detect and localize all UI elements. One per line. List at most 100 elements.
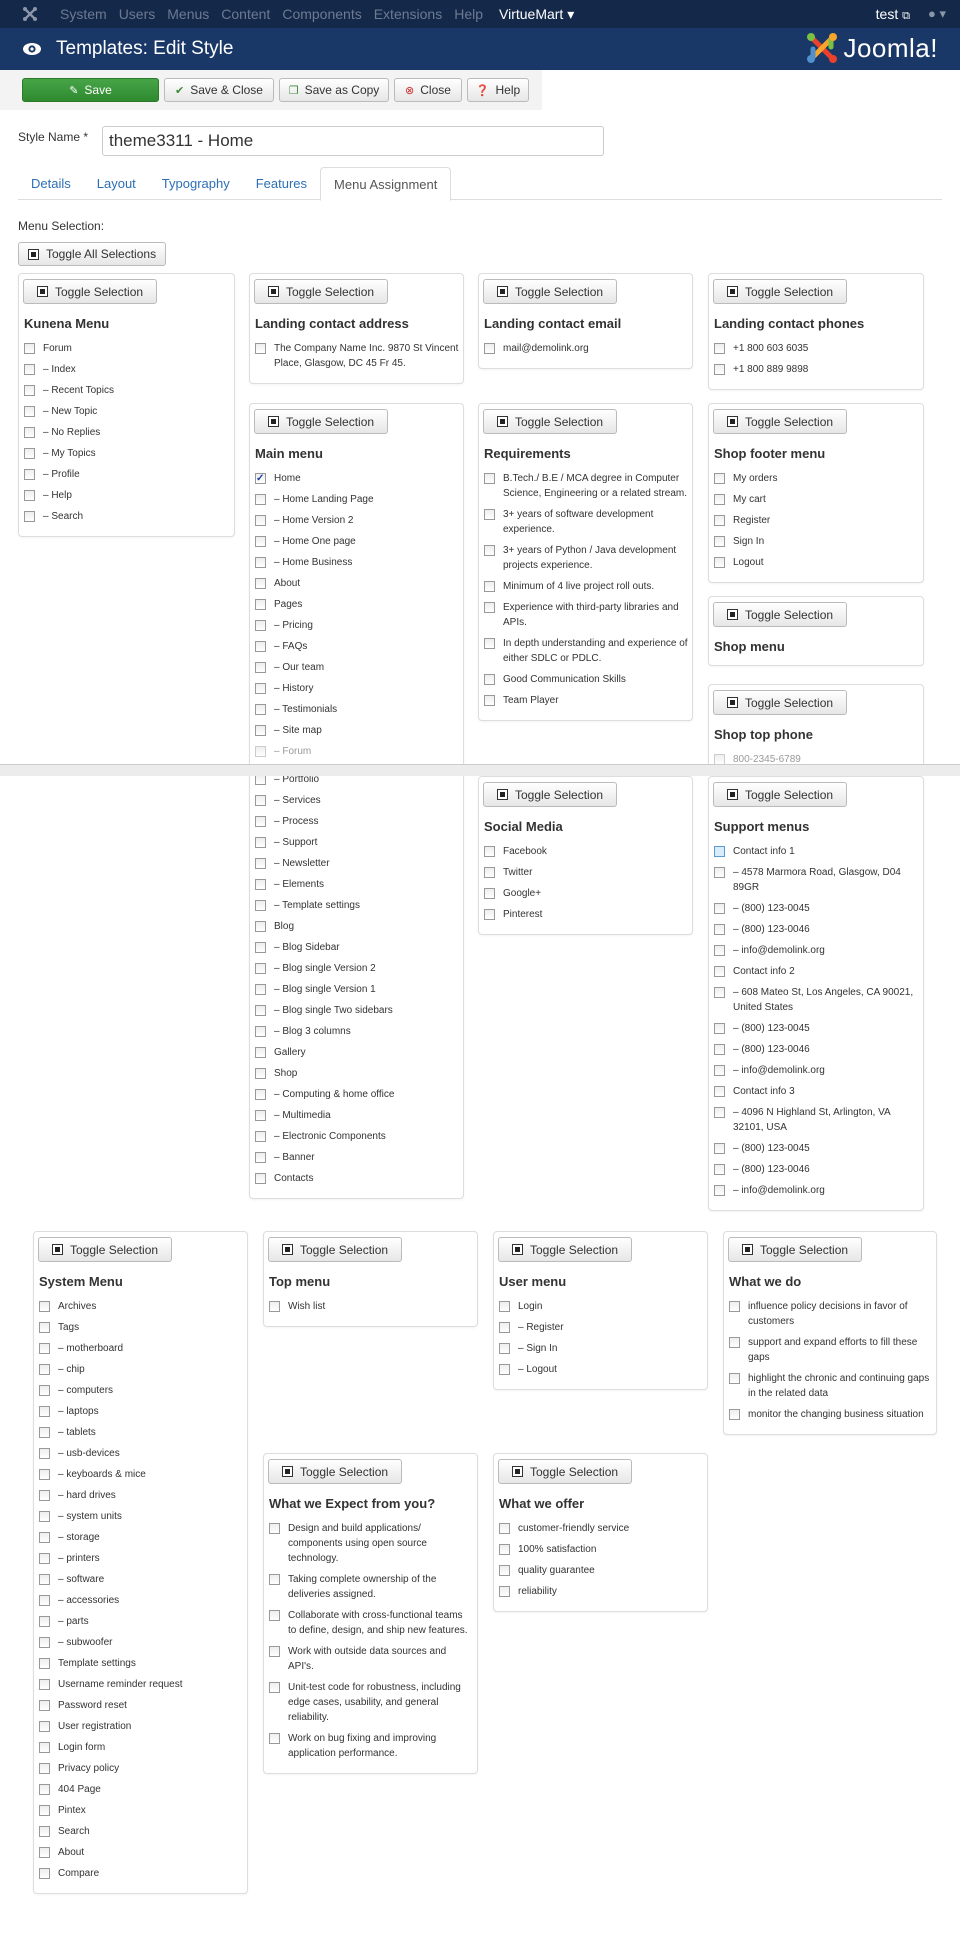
menu-item[interactable]: – (800) 123-0045: [713, 901, 919, 916]
menu-item[interactable]: – (800) 123-0046: [713, 922, 919, 937]
menu-item-checkbox[interactable]: [255, 704, 266, 715]
menu-item[interactable]: – Blog 3 columns: [254, 1024, 459, 1039]
menu-item-checkbox[interactable]: [729, 1373, 740, 1384]
menu-item[interactable]: – subwoofer: [38, 1635, 243, 1650]
menu-item[interactable]: Work with outside data sources and API's…: [268, 1644, 473, 1674]
menu-item-checkbox[interactable]: [484, 674, 495, 685]
menu-item[interactable]: – tablets: [38, 1425, 243, 1440]
nav-content[interactable]: Content: [221, 0, 270, 28]
menu-item[interactable]: Tags: [38, 1320, 243, 1335]
menu-item[interactable]: – Blog single Version 2: [254, 961, 459, 976]
menu-item[interactable]: – Computing & home office: [254, 1087, 459, 1102]
menu-item-checkbox[interactable]: [39, 1805, 50, 1816]
menu-item-checkbox[interactable]: [484, 602, 495, 613]
menu-item[interactable]: Template settings: [38, 1656, 243, 1671]
menu-item[interactable]: – New Topic: [23, 404, 230, 419]
menu-item[interactable]: About: [254, 576, 459, 591]
style-name-input[interactable]: [102, 126, 604, 156]
menu-item-checkbox[interactable]: [39, 1658, 50, 1669]
menu-item-checkbox[interactable]: [255, 662, 266, 673]
menu-item[interactable]: – Support: [254, 835, 459, 850]
menu-item[interactable]: – Banner: [254, 1150, 459, 1165]
menu-item-checkbox[interactable]: [255, 683, 266, 694]
menu-item[interactable]: Pintex: [38, 1803, 243, 1818]
menu-item[interactable]: – Newsletter: [254, 856, 459, 871]
menu-item[interactable]: My orders: [713, 471, 919, 486]
menu-item[interactable]: – Electronic Components: [254, 1129, 459, 1144]
nav-users[interactable]: Users: [119, 0, 156, 28]
menu-item[interactable]: – chip: [38, 1362, 243, 1377]
menu-item[interactable]: – Services: [254, 793, 459, 808]
menu-item-checkbox[interactable]: [39, 1784, 50, 1795]
menu-item-checkbox[interactable]: [255, 900, 266, 911]
menu-item[interactable]: Google+: [483, 886, 688, 901]
menu-item-checkbox[interactable]: [714, 1065, 725, 1076]
menu-item-checkbox[interactable]: [255, 494, 266, 505]
menu-item-checkbox[interactable]: [255, 1026, 266, 1037]
menu-item[interactable]: Contact info 2: [713, 964, 919, 979]
menu-item[interactable]: – usb-devices: [38, 1446, 243, 1461]
menu-item[interactable]: My cart: [713, 492, 919, 507]
menu-item-checkbox[interactable]: [714, 473, 725, 484]
menu-item[interactable]: About: [38, 1845, 243, 1860]
menu-item-checkbox[interactable]: [39, 1637, 50, 1648]
menu-item[interactable]: – 608 Mateo St, Los Angeles, CA 90021, U…: [713, 985, 919, 1015]
menu-item-checkbox[interactable]: [24, 364, 35, 375]
menu-item[interactable]: mail@demolink.org: [483, 341, 688, 356]
menu-item[interactable]: Sign In: [713, 534, 919, 549]
toggle-selection-button[interactable]: Toggle Selection: [713, 409, 848, 434]
menu-item-checkbox[interactable]: [484, 695, 495, 706]
toggle-selection-button[interactable]: Toggle Selection: [498, 1459, 633, 1484]
menu-item[interactable]: – Template settings: [254, 898, 459, 913]
toggle-selection-button[interactable]: Toggle Selection: [268, 1237, 403, 1262]
menu-item[interactable]: Forum: [23, 341, 230, 356]
menu-item-checkbox[interactable]: [714, 557, 725, 568]
user-link[interactable]: test ⧉: [876, 6, 910, 23]
menu-item[interactable]: Minimum of 4 live project roll outs.: [483, 579, 688, 594]
menu-item-checkbox[interactable]: [39, 1322, 50, 1333]
menu-item[interactable]: – My Topics: [23, 446, 230, 461]
menu-item[interactable]: – software: [38, 1572, 243, 1587]
menu-item[interactable]: Contacts: [254, 1171, 459, 1186]
toggle-selection-button[interactable]: Toggle Selection: [23, 279, 158, 304]
menu-item[interactable]: – Multimedia: [254, 1108, 459, 1123]
menu-item-checkbox[interactable]: [714, 1107, 725, 1118]
menu-item-checkbox[interactable]: [39, 1490, 50, 1501]
toggle-selection-button[interactable]: Toggle Selection: [713, 279, 848, 304]
menu-item-checkbox[interactable]: [39, 1553, 50, 1564]
menu-item-checkbox[interactable]: [24, 343, 35, 354]
menu-item-checkbox[interactable]: [255, 578, 266, 589]
menu-item[interactable]: monitor the changing business situation: [728, 1407, 932, 1422]
menu-item[interactable]: – Site map: [254, 723, 459, 738]
menu-item-checkbox[interactable]: [729, 1337, 740, 1348]
menu-item[interactable]: 3+ years of Python / Java development pr…: [483, 543, 688, 573]
menu-item-checkbox[interactable]: [255, 725, 266, 736]
menu-item-checkbox[interactable]: [39, 1343, 50, 1354]
menu-item[interactable]: Blog: [254, 919, 459, 934]
menu-item[interactable]: – Recent Topics: [23, 383, 230, 398]
menu-item-checkbox[interactable]: [255, 343, 266, 354]
menu-item[interactable]: – Forum: [254, 744, 459, 759]
menu-item[interactable]: 3+ years of software development experie…: [483, 507, 688, 537]
menu-item-checkbox[interactable]: [714, 1164, 725, 1175]
nav-system[interactable]: System: [60, 0, 107, 28]
menu-item-checkbox[interactable]: [714, 945, 725, 956]
menu-item-checkbox[interactable]: [255, 1005, 266, 1016]
menu-item-checkbox[interactable]: [24, 511, 35, 522]
menu-item[interactable]: Password reset: [38, 1698, 243, 1713]
menu-item-checkbox[interactable]: [729, 1409, 740, 1420]
menu-item-checkbox[interactable]: [255, 963, 266, 974]
menu-item[interactable]: – storage: [38, 1530, 243, 1545]
toggle-selection-button[interactable]: Toggle Selection: [483, 782, 618, 807]
menu-item-checkbox[interactable]: [499, 1322, 510, 1333]
menu-item[interactable]: Good Communication Skills: [483, 672, 688, 687]
menu-item-checkbox[interactable]: [39, 1448, 50, 1459]
menu-item-checkbox[interactable]: [255, 746, 266, 757]
menu-item-checkbox[interactable]: [39, 1700, 50, 1711]
menu-item-checkbox[interactable]: [484, 638, 495, 649]
menu-item[interactable]: – info@demolink.org: [713, 943, 919, 958]
menu-item-checkbox[interactable]: [714, 867, 725, 878]
menu-item-checkbox[interactable]: [255, 984, 266, 995]
menu-item[interactable]: – FAQs: [254, 639, 459, 654]
toggle-all-selections-button[interactable]: Toggle All Selections: [18, 242, 167, 266]
